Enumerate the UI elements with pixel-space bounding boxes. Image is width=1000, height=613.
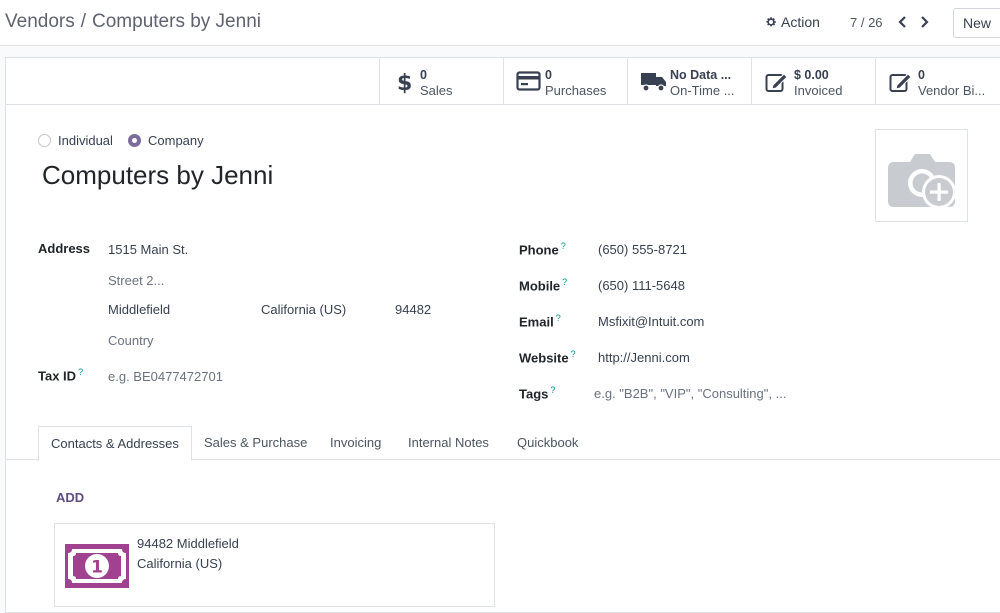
phone-label: Phone? bbox=[519, 241, 566, 257]
tags-label: Tags? bbox=[519, 385, 555, 401]
pager-value[interactable]: 7 / 26 bbox=[850, 15, 883, 30]
add-contact-button[interactable]: ADD bbox=[56, 490, 84, 505]
tab-sales-purchase[interactable]: Sales & Purchase bbox=[204, 426, 307, 460]
radio-company-label: Company bbox=[148, 133, 204, 148]
action-button[interactable]: Action bbox=[765, 14, 820, 30]
stat-button-invoiced[interactable]: $ 0.00 Invoiced bbox=[751, 58, 876, 104]
form-sheet: $ 0 Sales 0 Purchases No Data ... On-Tim… bbox=[5, 57, 1000, 613]
tab-invoicing[interactable]: Invoicing bbox=[330, 426, 381, 460]
stat-label: Sales bbox=[420, 83, 453, 98]
phone-field[interactable]: (650) 555-8721 bbox=[598, 242, 687, 257]
stat-value: $ 0.00 bbox=[794, 68, 829, 82]
stat-value: No Data ... bbox=[670, 68, 732, 82]
help-tooltip-icon[interactable]: ? bbox=[78, 367, 83, 377]
svg-text:$: $ bbox=[397, 71, 412, 95]
tax-id-field[interactable]: e.g. BE0477472701 bbox=[108, 369, 223, 384]
radio-individual-dot[interactable] bbox=[38, 134, 51, 147]
tax-id-label: Tax ID? bbox=[38, 367, 83, 383]
website-label-text: Website bbox=[519, 350, 569, 366]
control-panel: Vendors / Computers by Jenni Action 7 / 26… bbox=[0, 0, 1000, 46]
stat-button-vendor-bills[interactable]: 0 Vendor Bi... bbox=[875, 58, 1000, 104]
stat-button-purchases[interactable]: 0 Purchases bbox=[503, 58, 628, 104]
stat-label: Invoiced bbox=[794, 83, 843, 98]
address-card-line2: California (US) bbox=[137, 556, 223, 571]
stat-button-sales[interactable]: $ 0 Sales bbox=[379, 58, 504, 104]
stat-buttons: $ 0 Sales 0 Purchases No Data ... On-Tim… bbox=[6, 58, 1000, 105]
city-field[interactable]: Middlefield bbox=[108, 302, 170, 317]
tax-id-label-text: Tax ID bbox=[38, 368, 77, 384]
email-label: Email? bbox=[519, 313, 561, 329]
help-tooltip-icon[interactable]: ? bbox=[562, 277, 567, 287]
tab-contacts-addresses[interactable]: Contacts & Addresses bbox=[38, 426, 192, 461]
radio-individual-label: Individual bbox=[58, 133, 113, 148]
radio-individual[interactable]: Individual bbox=[38, 133, 113, 148]
action-label: Action bbox=[781, 14, 820, 30]
stat-value: 0 bbox=[420, 68, 427, 82]
dollar-icon: $ bbox=[397, 71, 412, 95]
street2-field[interactable]: Street 2... bbox=[108, 273, 164, 288]
breadcrumb: Vendors / Computers by Jenni bbox=[5, 11, 261, 33]
camera-plus-icon bbox=[888, 154, 956, 209]
tags-field[interactable]: e.g. "B2B", "VIP", "Consulting", ... bbox=[594, 386, 786, 401]
zip-field[interactable]: 94482 bbox=[395, 302, 431, 317]
stat-label: On-Time ... bbox=[670, 83, 735, 98]
partner-name-field[interactable]: Computers by Jenni bbox=[42, 160, 273, 191]
email-field[interactable]: Msfixit@Intuit.com bbox=[598, 314, 704, 329]
help-tooltip-icon[interactable]: ? bbox=[571, 349, 576, 359]
phone-label-text: Phone bbox=[519, 242, 559, 258]
tab-quickbook[interactable]: Quickbook bbox=[517, 426, 578, 460]
breadcrumb-current: Computers by Jenni bbox=[92, 11, 261, 32]
mobile-label-text: Mobile bbox=[519, 278, 561, 294]
chevron-right-icon[interactable] bbox=[917, 13, 931, 31]
svg-text:1: 1 bbox=[91, 558, 103, 578]
website-label: Website? bbox=[519, 349, 576, 365]
notebook-tabs: Contacts & Addresses Sales & Purchase In… bbox=[6, 426, 1000, 461]
help-tooltip-icon[interactable]: ? bbox=[561, 241, 566, 251]
breadcrumb-parent[interactable]: Vendors bbox=[5, 11, 75, 32]
stat-label: Vendor Bi... bbox=[918, 83, 986, 98]
radio-company[interactable]: Company bbox=[128, 133, 204, 148]
breadcrumb-separator: / bbox=[80, 11, 87, 32]
radio-company-dot[interactable] bbox=[128, 134, 141, 147]
help-tooltip-icon[interactable]: ? bbox=[550, 385, 555, 395]
new-button[interactable]: New bbox=[953, 8, 1000, 38]
email-label-text: Email bbox=[519, 314, 554, 330]
address-card[interactable]: 1 94482 Middlefield California (US) bbox=[54, 523, 495, 607]
mobile-label: Mobile? bbox=[519, 277, 567, 293]
website-field[interactable]: http://Jenni.com bbox=[598, 350, 690, 365]
edit-icon bbox=[765, 73, 788, 92]
tags-label-text: Tags bbox=[519, 386, 549, 402]
mobile-field[interactable]: (650) 111-5648 bbox=[598, 278, 685, 293]
address-label: Address bbox=[38, 241, 91, 256]
chevron-left-icon[interactable] bbox=[896, 13, 910, 31]
stat-value: 0 bbox=[918, 68, 925, 82]
help-tooltip-icon[interactable]: ? bbox=[556, 313, 561, 323]
country-field[interactable]: Country bbox=[108, 333, 154, 348]
credit-card-icon bbox=[516, 71, 541, 91]
stat-value: 0 bbox=[545, 68, 552, 82]
money-icon: 1 bbox=[65, 544, 129, 588]
address-card-line1: 94482 Middlefield bbox=[137, 536, 239, 551]
state-field[interactable]: California (US) bbox=[261, 302, 346, 317]
avatar-upload[interactable] bbox=[875, 129, 968, 222]
street-field[interactable]: 1515 Main St. bbox=[108, 242, 188, 257]
stat-label: Purchases bbox=[545, 83, 607, 98]
truck-icon bbox=[641, 73, 666, 92]
stat-button-on-time[interactable]: No Data ... On-Time ... bbox=[627, 58, 752, 104]
edit-icon bbox=[889, 73, 912, 92]
tab-internal-notes[interactable]: Internal Notes bbox=[408, 426, 489, 460]
gear-icon bbox=[766, 17, 776, 27]
